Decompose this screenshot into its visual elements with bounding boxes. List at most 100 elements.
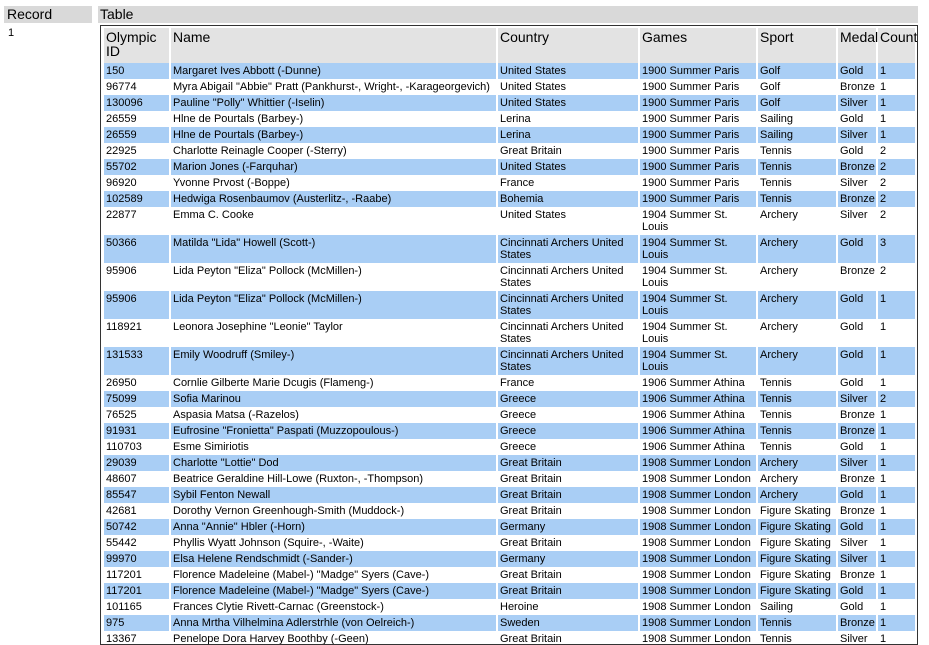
- cell-country: Greece: [497, 423, 640, 439]
- cell-sport: Golf: [757, 95, 838, 111]
- col-header-country[interactable]: Country: [497, 28, 640, 63]
- cell-olympic-id: 130096: [104, 95, 171, 111]
- table-row[interactable]: 975 Anna Mrtha Vilhelmina Adlerstrhle (vo…: [104, 615, 915, 631]
- cell-games: 1906 Summer Athina: [639, 375, 758, 391]
- cell-games: 1900 Summer Paris: [639, 79, 758, 95]
- cell-country: Cincinnati Archers United States: [497, 263, 640, 291]
- cell-medal: Bronze: [837, 615, 878, 631]
- table-row[interactable]: 22925 Charlotte Reinagle Cooper (-Sterry)…: [104, 143, 915, 159]
- cell-olympic-id: 96774: [104, 79, 171, 95]
- cell-olympic-id: 26559: [104, 127, 171, 143]
- cell-count: 1: [880, 473, 887, 485]
- cell-country: Great Britain: [497, 583, 640, 599]
- table-row[interactable]: 50366 Matilda "Lida" Howell (Scott-) Cinci…: [104, 235, 915, 263]
- col-header-medal[interactable]: Medal: [837, 28, 878, 63]
- col-header-name[interactable]: Name: [170, 28, 498, 63]
- cell-sport: Archery: [757, 471, 838, 487]
- cell-games: 1900 Summer Paris: [639, 63, 758, 79]
- cell-count: 1: [880, 113, 887, 125]
- cell-sport: Sailing: [757, 599, 838, 615]
- table-row[interactable]: 118921 Leonora Josephine "Leonie" Taylor C…: [104, 319, 915, 347]
- table-row[interactable]: 131533 Emily Woodruff (Smiley-) Cincinnati…: [104, 347, 915, 375]
- table-row[interactable]: 85547 Sybil Fenton Newall Great Britain 190…: [104, 487, 915, 503]
- cell-medal: Bronze: [837, 191, 878, 207]
- table-row[interactable]: 117201 Florence Madeleine (Mabel-) "Madge…: [104, 583, 915, 599]
- col-header-sport[interactable]: Sport: [757, 28, 838, 63]
- table-row[interactable]: 13367 Penelope Dora Harvey Boothby (-Geen…: [104, 631, 915, 644]
- cell-country: Greece: [497, 391, 640, 407]
- cell-name: Florence Madeleine (Mabel-) "Madge" Syer…: [170, 567, 498, 583]
- cell-count: 1: [877, 551, 915, 567]
- cell-medal: Gold: [837, 519, 878, 535]
- table-row[interactable]: 26559 Hlne de Pourtals (Barbey-) Lerina 190…: [104, 127, 915, 143]
- cell-name: Lida Peyton "Eliza" Pollock (McMillen-): [170, 263, 498, 291]
- cell-olympic-id: 55702: [104, 159, 171, 175]
- cell-games: 1900 Summer Paris: [639, 111, 758, 127]
- col-header-olympic-id[interactable]: Olympic ID: [104, 28, 171, 63]
- table-row[interactable]: 96774 Myra Abigail "Abbie" Pratt (Pankhur…: [104, 79, 915, 95]
- cell-name: Margaret Ives Abbott (-Dunne): [170, 63, 498, 79]
- col-header-count[interactable]: Count: [877, 28, 917, 63]
- cell-games: 1908 Summer London: [639, 599, 758, 615]
- table-row[interactable]: 150 Margaret Ives Abbott (-Dunne) United S…: [104, 63, 915, 79]
- cell-count: 1: [880, 377, 887, 389]
- cell-games: 1900 Summer Paris: [639, 191, 758, 207]
- cell-count: 2: [880, 265, 887, 277]
- table-row[interactable]: 22877 Emma C. Cooke United States 1904 Summ…: [104, 207, 915, 235]
- cell-name: Beatrice Geraldine Hill-Lowe (Ruxton-, -…: [170, 471, 498, 487]
- table-row[interactable]: 96920 Yvonne Prvost (-Boppe) France 1900 Su…: [104, 175, 915, 191]
- table-row[interactable]: 48607 Beatrice Geraldine Hill-Lowe (Ruxto…: [104, 471, 915, 487]
- table-row[interactable]: 95906 Lida Peyton "Eliza" Pollock (McMill…: [104, 291, 915, 319]
- cell-name: Leonora Josephine "Leonie" Taylor: [170, 319, 498, 347]
- table-row[interactable]: 91931 Eufrosine "Fronietta" Paspati (Muzz…: [104, 423, 915, 439]
- table-header-row: Olympic ID Name Country Games Sport Meda…: [104, 28, 917, 63]
- table-row[interactable]: 99970 Elsa Helene Rendschmidt (-Sander-) G…: [104, 551, 915, 567]
- table-row[interactable]: 101165 Frances Clytie Rivett-Carnac (Gree…: [104, 599, 915, 615]
- cell-sport: Figure Skating: [757, 519, 838, 535]
- cell-country: United States: [497, 207, 640, 235]
- table-row[interactable]: 42681 Dorothy Vernon Greenhough-Smith (Mu…: [104, 503, 915, 519]
- cell-name: Sybil Fenton Newall: [170, 487, 498, 503]
- cell-count: 1: [880, 569, 887, 581]
- cell-medal: Bronze: [837, 263, 878, 291]
- table-row[interactable]: 76525 Aspasia Matsa (-Razelos) Greece 1906 …: [104, 407, 915, 423]
- cell-count: 2: [877, 191, 915, 207]
- cell-medal: Bronze: [837, 567, 878, 583]
- cell-medal: Silver: [837, 391, 878, 407]
- table-row[interactable]: 55442 Phyllis Wyatt Johnson (Squire-, -Wa…: [104, 535, 915, 551]
- cell-medal: Gold: [837, 599, 878, 615]
- table-row[interactable]: 110703 Esme Simiriotis Greece 1906 Summer A…: [104, 439, 915, 455]
- cell-sport: Sailing: [757, 127, 838, 143]
- cell-sport: Tennis: [757, 407, 838, 423]
- table-row[interactable]: 102589 Hedwiga Rosenbaumov (Austerlitz-, …: [104, 191, 915, 207]
- cell-name: Lida Peyton "Eliza" Pollock (McMillen-): [170, 291, 498, 319]
- table-row[interactable]: 117201 Florence Madeleine (Mabel-) "Madge…: [104, 567, 915, 583]
- cell-sport: Tennis: [757, 191, 838, 207]
- table-row[interactable]: 95906 Lida Peyton "Eliza" Pollock (McMill…: [104, 263, 915, 291]
- table-row[interactable]: 29039 Charlotte "Lottie" Dod Great Britain…: [104, 455, 915, 471]
- cell-olympic-id: 76525: [104, 407, 171, 423]
- cell-country: United States: [497, 159, 640, 175]
- col-header-games[interactable]: Games: [639, 28, 758, 63]
- cell-olympic-id: 102589: [104, 191, 171, 207]
- table-row[interactable]: 55702 Marion Jones (-Farquhar) United Stat…: [104, 159, 915, 175]
- table-row[interactable]: 130096 Pauline "Polly" Whittier (-Iselin)…: [104, 95, 915, 111]
- table-row[interactable]: 50742 Anna "Annie" Hbler (-Horn) Germany 19…: [104, 519, 915, 535]
- cell-medal: Bronze: [837, 471, 878, 487]
- cell-name: Sofia Marinou: [170, 391, 498, 407]
- cell-sport: Tennis: [757, 375, 838, 391]
- cell-count: 1: [877, 615, 915, 631]
- cell-medal: Gold: [837, 291, 878, 319]
- cell-games: 1900 Summer Paris: [639, 143, 758, 159]
- cell-olympic-id: 101165: [104, 599, 171, 615]
- cell-count: 1: [877, 63, 915, 79]
- table-row[interactable]: 26559 Hlne de Pourtals (Barbey-) Lerina 190…: [104, 111, 915, 127]
- cell-games: 1904 Summer St. Louis: [639, 263, 758, 291]
- cell-count: 1: [880, 409, 887, 421]
- cell-name: Phyllis Wyatt Johnson (Squire-, -Waite): [170, 535, 498, 551]
- table-row[interactable]: 26950 Cornlie Gilberte Marie Dcugis (Flam…: [104, 375, 915, 391]
- table-row[interactable]: 75099 Sofia Marinou Greece 1906 Summer Athi…: [104, 391, 915, 407]
- cell-games: 1908 Summer London: [639, 487, 758, 503]
- cell-name: Charlotte Reinagle Cooper (-Sterry): [170, 143, 498, 159]
- cell-name: Matilda "Lida" Howell (Scott-): [170, 235, 498, 263]
